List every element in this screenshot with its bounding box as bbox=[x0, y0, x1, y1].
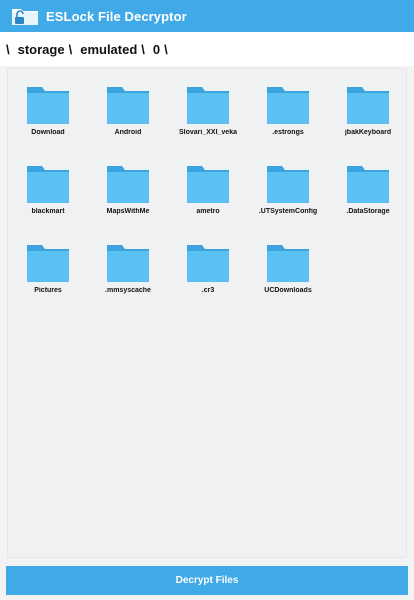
folder-item[interactable]: MapsWithMe bbox=[88, 163, 168, 242]
folder-label: .DataStorage bbox=[346, 208, 390, 215]
folder-icon bbox=[106, 242, 150, 283]
folder-icon bbox=[266, 242, 310, 283]
folder-icon bbox=[346, 163, 390, 204]
folder-icon bbox=[26, 242, 70, 283]
breadcrumb-item-storage[interactable]: storage bbox=[18, 42, 65, 57]
folder-icon bbox=[266, 163, 310, 204]
folder-item[interactable]: Download bbox=[8, 84, 88, 163]
folder-item[interactable]: .DataStorage bbox=[328, 163, 408, 242]
app-bar: ESLock File Decryptor bbox=[0, 0, 414, 32]
folder-item[interactable]: .UTSystemConfig bbox=[248, 163, 328, 242]
folder-label: Slovari_XXI_veka bbox=[179, 129, 237, 136]
folder-label: .mmsyscache bbox=[105, 287, 151, 294]
breadcrumb: \ storage \ emulated \ 0 \ bbox=[0, 32, 414, 66]
folder-grid-area: Download Android Slovari_XXI_veka .estrongs… bbox=[7, 68, 407, 558]
folder-label: Download bbox=[31, 129, 65, 136]
folder-label: MapsWithMe bbox=[106, 208, 150, 215]
folder-label: UCDownloads bbox=[264, 287, 312, 294]
folder-item[interactable]: Android bbox=[88, 84, 168, 163]
folder-label: blackmart bbox=[31, 208, 65, 215]
breadcrumb-item-emulated[interactable]: emulated bbox=[80, 42, 137, 57]
folder-label: .cr3 bbox=[201, 287, 215, 294]
folder-icon bbox=[186, 163, 230, 204]
folder-icon bbox=[106, 163, 150, 204]
breadcrumb-separator: \ bbox=[6, 41, 10, 57]
folder-item[interactable]: jbakKeyboard bbox=[328, 84, 408, 163]
unlock-folder-icon bbox=[10, 5, 40, 27]
decrypt-files-button[interactable]: Decrypt Files bbox=[6, 566, 408, 595]
folder-icon bbox=[26, 163, 70, 204]
folder-icon bbox=[346, 84, 390, 125]
folder-icon bbox=[106, 84, 150, 125]
breadcrumb-separator: \ bbox=[68, 41, 73, 57]
breadcrumb-separator: \ bbox=[164, 41, 168, 57]
folder-label: jbakKeyboard bbox=[344, 129, 392, 136]
folder-item[interactable]: ametro bbox=[168, 163, 248, 242]
breadcrumb-item-0[interactable]: 0 bbox=[153, 42, 160, 57]
folder-label: .estrongs bbox=[272, 129, 304, 136]
folder-icon bbox=[26, 84, 70, 125]
folder-item[interactable]: .mmsyscache bbox=[88, 242, 168, 321]
folder-icon bbox=[186, 84, 230, 125]
folder-label: ametro bbox=[196, 208, 220, 215]
folder-item[interactable]: UCDownloads bbox=[248, 242, 328, 321]
folder-label: Android bbox=[114, 129, 142, 136]
folder-item[interactable]: .cr3 bbox=[168, 242, 248, 321]
app-title: ESLock File Decryptor bbox=[46, 8, 187, 24]
folder-item[interactable]: .estrongs bbox=[248, 84, 328, 163]
folder-icon bbox=[186, 242, 230, 283]
folder-item[interactable]: Pictures bbox=[8, 242, 88, 321]
folder-item[interactable]: Slovari_XXI_veka bbox=[168, 84, 248, 163]
folder-grid: Download Android Slovari_XXI_veka .estrongs… bbox=[8, 84, 408, 321]
folder-label: .UTSystemConfig bbox=[258, 208, 318, 215]
breadcrumb-separator: \ bbox=[141, 41, 145, 57]
folder-item[interactable]: blackmart bbox=[8, 163, 88, 242]
folder-icon bbox=[266, 84, 310, 125]
folder-label: Pictures bbox=[34, 287, 62, 294]
